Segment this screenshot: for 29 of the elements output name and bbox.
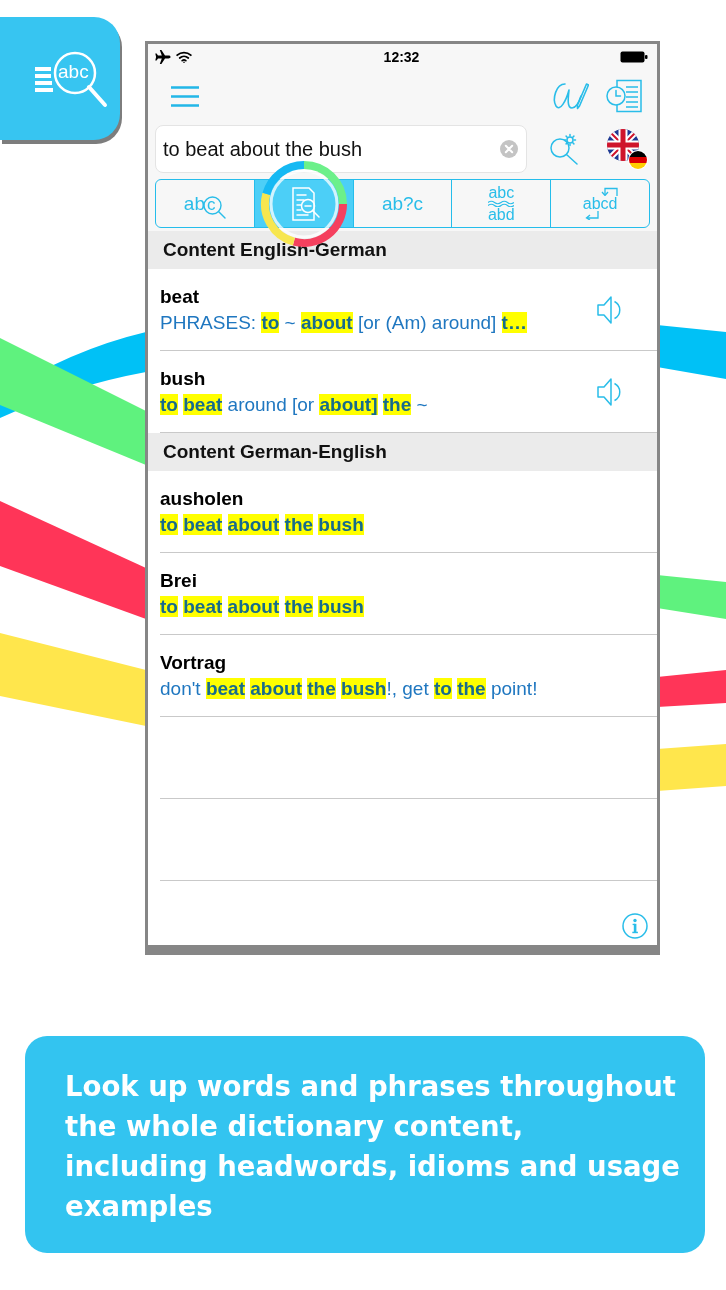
menu-icon[interactable] <box>171 85 199 107</box>
ribbon-stripe <box>657 744 726 791</box>
caption-text: Look up words and phrases throughout the whole dictionary content, including headwords, idioms and usage examples <box>65 1069 681 1224</box>
translation-text: to beat around [or about] the ~ <box>160 392 428 417</box>
airplane-icon <box>155 50 171 64</box>
ribbon-stripe <box>657 325 726 379</box>
wave-icon <box>488 200 515 207</box>
search-field[interactable]: to beat about the bush <box>155 125 527 173</box>
translation-text: don't beat about the bush!, get to the point! <box>160 676 538 701</box>
battery-icon <box>620 51 648 63</box>
logo-text: abc <box>58 61 89 83</box>
flag-icon[interactable] <box>606 128 648 170</box>
section-header: Content German-English <box>148 433 657 471</box>
arrow-icon <box>599 187 620 196</box>
history-icon[interactable] <box>605 79 643 113</box>
clear-icon[interactable] <box>500 140 518 158</box>
headword: Brei <box>160 568 197 593</box>
section-header: Content English-German <box>148 231 657 269</box>
info-icon[interactable] <box>622 913 648 939</box>
headword: ausholen <box>160 486 244 511</box>
headword: beat <box>160 284 200 309</box>
ribbon-stripe <box>657 575 726 619</box>
headword: bush <box>160 366 206 391</box>
search-settings-icon[interactable] <box>548 133 580 165</box>
wifi-icon <box>176 51 192 63</box>
ribbon-stripe <box>657 670 726 707</box>
arrow-icon <box>583 211 600 220</box>
headword: Vortrag <box>160 650 227 675</box>
status-time: 12:32 <box>383 49 420 65</box>
